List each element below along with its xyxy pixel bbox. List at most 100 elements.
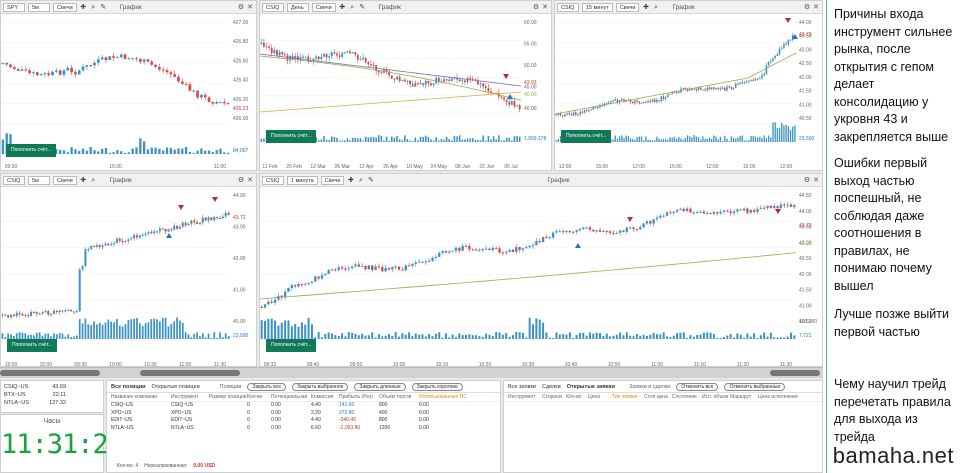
- volume-bar: [511, 335, 514, 339]
- close-all-button[interactable]: Закрыть все: [247, 382, 287, 391]
- volume-bar: [602, 335, 605, 339]
- volume-bar: [664, 139, 667, 142]
- style-select[interactable]: Свечи: [53, 175, 77, 185]
- scroll-thumb-left[interactable]: [0, 370, 100, 376]
- chart-csiq-15m[interactable]: 44.0043.5043.0042.5042.0041.5041.0040.50…: [555, 14, 822, 170]
- candle-body: [596, 107, 599, 109]
- interval-select[interactable]: 5м: [28, 2, 50, 12]
- candle-body: [203, 94, 207, 98]
- tab-open-orders[interactable]: Открытые заявки: [567, 384, 615, 390]
- tab-orders-and-trades[interactable]: Заявки и сделки: [629, 384, 670, 390]
- close-selected-button[interactable]: Закрыть выбранное: [292, 382, 349, 391]
- table-row[interactable]: CSIQ~US CSIQ~US 0 0.00 4.40 141.60 800 0.00: [107, 402, 500, 410]
- symbol-select[interactable]: CSIQ: [262, 175, 284, 185]
- cursor-icon[interactable]: ✚: [347, 177, 354, 184]
- candle-body: [732, 87, 735, 90]
- settings-icon[interactable]: ⚙: [804, 176, 810, 184]
- tab-all-orders[interactable]: Все заявки: [508, 384, 536, 390]
- cancel-all-button[interactable]: Отменить все: [676, 382, 719, 391]
- deposit-button[interactable]: Пополнить счёт...: [561, 130, 612, 143]
- table-row[interactable]: XPO~US XPO~US 0 0.00 2.20 272.80 400 0.00: [107, 410, 500, 418]
- zoom-icon[interactable]: ⌕: [357, 177, 364, 184]
- scroll-thumb-right[interactable]: [770, 370, 820, 376]
- deposit-button[interactable]: Пополнить счёт...: [266, 130, 317, 143]
- volume-bar: [695, 136, 697, 142]
- candle-body: [371, 265, 374, 271]
- volume-bar: [440, 138, 443, 142]
- deposit-button[interactable]: Пополнить счёт...: [266, 339, 317, 352]
- cursor-icon[interactable]: ✚: [80, 4, 87, 11]
- tab-positions[interactable]: Позиции: [220, 384, 242, 390]
- chart-scrollbar[interactable]: [0, 367, 823, 378]
- pencil-icon[interactable]: ✎: [359, 4, 366, 11]
- scroll-thumb-mid[interactable]: [140, 370, 240, 376]
- zoom-icon[interactable]: ⌕: [90, 177, 97, 184]
- candle-body: [645, 221, 649, 224]
- cursor-icon[interactable]: ✚: [339, 4, 346, 11]
- candle-body: [722, 210, 726, 212]
- symbol-select[interactable]: CSIQ: [3, 175, 25, 185]
- price-tick-label: 55.00: [524, 42, 537, 48]
- symbol-select[interactable]: CSIQ: [557, 2, 579, 12]
- close-long-button[interactable]: Закрыть длинные: [354, 382, 406, 391]
- pencil-icon[interactable]: ✎: [100, 4, 107, 11]
- style-select[interactable]: Свечи: [320, 175, 345, 185]
- symbol-select[interactable]: CSIQ: [262, 2, 284, 12]
- volume-bar: [317, 140, 320, 142]
- volume-bar: [380, 135, 383, 142]
- buy-marker: [166, 233, 172, 238]
- cursor-icon[interactable]: ✚: [80, 177, 87, 184]
- chart-csiq-day[interactable]: 60.0055.0050.0045.0040.0043.9340.001,999…: [260, 14, 551, 170]
- deposit-button[interactable]: Пополнить счёт...: [7, 339, 58, 352]
- candle-body: [70, 310, 73, 312]
- volume-bar: [387, 333, 390, 339]
- candle-body: [688, 89, 691, 91]
- pencil-icon[interactable]: ✎: [367, 177, 374, 184]
- settings-icon[interactable]: ⚙: [238, 176, 244, 184]
- close-icon[interactable]: ✕: [247, 176, 253, 184]
- candle-body: [323, 54, 325, 57]
- watchlist-row[interactable]: CSIQ~US 43.69: [4, 383, 66, 391]
- candle-body: [130, 238, 133, 240]
- watchlist-row[interactable]: BTX~US 22.11: [4, 391, 66, 399]
- interval-select[interactable]: 5м: [28, 175, 50, 185]
- candle-body: [10, 314, 13, 318]
- close-icon[interactable]: ✕: [813, 176, 819, 184]
- interval-select[interactable]: День: [287, 2, 309, 12]
- style-select[interactable]: Свечи: [615, 2, 640, 12]
- interval-select[interactable]: 1 минута: [287, 175, 318, 185]
- close-icon[interactable]: ✕: [813, 3, 819, 11]
- chart-csiq-1m[interactable]: 44.5044.0043.5043.0042.5042.0041.5041.00…: [260, 187, 822, 367]
- candle-body: [64, 310, 67, 312]
- tab-open-positions[interactable]: Открытые позиции: [152, 384, 200, 390]
- zoom-icon[interactable]: ⌕: [90, 4, 97, 11]
- symbol-select[interactable]: SPY: [3, 2, 25, 12]
- candle-body: [662, 96, 665, 99]
- close-short-button[interactable]: Закрыть короткие: [411, 382, 463, 391]
- chart-title: График: [109, 176, 132, 184]
- watchlist-row[interactable]: NTLA~US 127.32: [4, 399, 66, 407]
- settings-icon[interactable]: ⚙: [238, 3, 244, 11]
- style-select[interactable]: Свечи: [53, 2, 77, 12]
- close-icon[interactable]: ✕: [247, 3, 253, 11]
- close-icon[interactable]: ✕: [542, 3, 548, 11]
- deposit-button[interactable]: Пополнить счёт...: [6, 144, 57, 157]
- note-better: Лучше позже выйти первой частью: [834, 307, 949, 339]
- interval-select[interactable]: 15 минут: [582, 2, 613, 12]
- volume-bar: [100, 148, 104, 154]
- volume-bar: [110, 321, 113, 339]
- tab-trades[interactable]: Сделки: [542, 384, 561, 390]
- settings-icon[interactable]: ⚙: [804, 3, 810, 11]
- table-row[interactable]: NTLA~US NTLA~US 0 0.00 6.60 -1,093.80 1200 0.00: [107, 425, 500, 433]
- tab-all-positions[interactable]: Все позиции: [111, 384, 146, 390]
- table-row[interactable]: EDIT~US EDIT~US 0 0.00 4.40 -340.40 800 0.00: [107, 417, 500, 425]
- style-select[interactable]: Свечи: [312, 2, 336, 12]
- cursor-icon[interactable]: ✚: [642, 4, 649, 11]
- zoom-icon[interactable]: ⌕: [652, 4, 659, 11]
- candle-body: [579, 111, 581, 115]
- cancel-selected-button[interactable]: Отменить выбранные: [724, 382, 786, 391]
- zoom-icon[interactable]: ⌕: [349, 4, 356, 11]
- volume-bar: [759, 136, 761, 142]
- settings-icon[interactable]: ⚙: [533, 3, 539, 11]
- volume-bar: [521, 332, 524, 339]
